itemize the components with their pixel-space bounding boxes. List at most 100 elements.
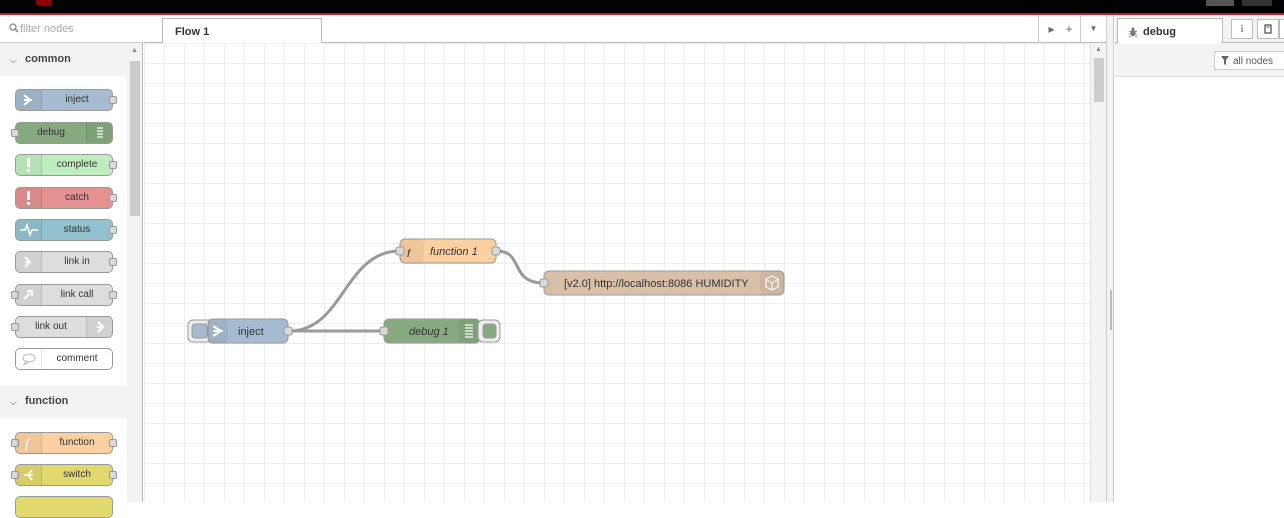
input-port[interactable] [539, 278, 549, 288]
tab-flow-1[interactable]: Flow 1 [162, 18, 322, 44]
category-body-function: f function switch [0, 418, 127, 518]
palette-node-label: inject [65, 94, 89, 105]
palette-filter [0, 15, 143, 43]
palette-node-complete[interactable]: complete [15, 154, 117, 176]
flow-node-inject[interactable]: inject [187, 318, 293, 344]
sidebar-splitter[interactable] [1106, 15, 1114, 502]
flow-node-debug-1[interactable]: debug 1 [379, 318, 501, 344]
chevron-down-icon: ⌵ [10, 397, 17, 407]
menu-button[interactable] [1242, 0, 1272, 6]
palette-node-link-out[interactable]: link out [11, 316, 113, 338]
palette-node-label: link call [60, 289, 94, 300]
node-palette: ⌵ common inject debug complete [0, 15, 143, 518]
palette-node-inject[interactable]: inject [15, 89, 117, 111]
input-port[interactable] [379, 326, 389, 336]
tab-debug[interactable]: debug [1117, 18, 1223, 44]
sidebar: debug i all nodes [1115, 15, 1284, 502]
category-header-common[interactable]: ⌵ common [0, 44, 127, 76]
output-port[interactable] [109, 96, 117, 104]
flow-node-influxdb-out[interactable]: [v2.0] http://localhost:8086 HUMIDITY [539, 270, 785, 296]
filter-funnel-icon [1221, 56, 1229, 65]
link-call-icon [16, 285, 42, 305]
help-tab-button[interactable] [1257, 19, 1279, 39]
tab-label: debug [1143, 26, 1176, 38]
comment-icon [16, 349, 42, 369]
logo-icon [36, 0, 52, 6]
workspace-tabs: Flow 1 ▸ + ▼ [144, 15, 1106, 44]
palette-node-label: function [59, 437, 95, 448]
flow-node-label: inject [238, 326, 264, 338]
flow-node-function-1[interactable]: f function 1 [395, 238, 501, 264]
chevron-down-icon: ⌵ [10, 55, 17, 65]
flow-node-label: function 1 [430, 246, 478, 258]
app-header [0, 0, 1284, 15]
inject-arrow-icon [16, 90, 42, 110]
splitter-grip[interactable] [1110, 290, 1112, 330]
canvas-vertical-scrollbar[interactable]: ▲ [1090, 43, 1106, 502]
palette-node-status[interactable]: status [15, 219, 117, 241]
debug-messages-area [1115, 78, 1284, 502]
flow-canvas[interactable]: inject f function 1 [v2.0] http://localh… [144, 43, 1090, 502]
palette-node-link-in[interactable]: link in [15, 251, 117, 273]
link-in-icon [16, 252, 42, 272]
palette-node-debug[interactable]: debug [11, 122, 113, 144]
add-flow-icon[interactable]: + [1056, 15, 1082, 43]
palette-node-link-call[interactable]: link call [11, 284, 117, 306]
flow-diagram: inject f function 1 [v2.0] http://localh… [187, 238, 785, 344]
output-port[interactable] [109, 471, 117, 479]
info-icon: i [1240, 23, 1244, 35]
output-port[interactable] [109, 161, 117, 169]
palette-node-label: comment [56, 353, 98, 364]
palette-node-partial[interactable] [15, 496, 113, 518]
debug-toolbar: all nodes [1115, 44, 1284, 77]
deploy-button[interactable] [1206, 0, 1234, 6]
sidebar-menu-button[interactable] [1279, 19, 1284, 39]
debug-toggle-button[interactable] [482, 323, 497, 339]
palette-node-label: link out [35, 321, 67, 332]
inject-trigger-button[interactable] [191, 323, 208, 339]
wire-inject-to-function[interactable] [288, 249, 401, 333]
scroll-up-arrow-icon[interactable]: ▲ [131, 47, 138, 54]
output-port[interactable] [109, 258, 117, 266]
debug-filter-dropdown[interactable]: all nodes [1214, 51, 1284, 70]
list-flows-chevron-down-icon[interactable]: ▼ [1080, 15, 1106, 43]
switch-icon [16, 465, 42, 485]
category-header-function[interactable]: ⌵ function [0, 386, 127, 418]
palette-node-label: switch [63, 469, 91, 480]
status-pulse-icon [16, 220, 42, 240]
search-icon [9, 23, 19, 33]
output-port[interactable] [109, 194, 117, 202]
filter-nodes-input[interactable] [20, 19, 138, 39]
flow-node-label: [v2.0] http://localhost:8086 HUMIDITY [564, 278, 749, 290]
wire-function-to-influx[interactable] [496, 249, 545, 285]
category-body-common: inject debug complete catch status link … [0, 76, 127, 386]
scrollbar-thumb[interactable] [130, 61, 140, 216]
tab-label: Flow 1 [175, 26, 210, 38]
exclamation-icon [16, 188, 42, 208]
book-icon [1264, 24, 1272, 34]
palette-node-switch[interactable]: switch [11, 464, 117, 486]
scrollbar-thumb[interactable] [1094, 58, 1104, 102]
sidebar-tabs: debug i [1115, 15, 1284, 44]
palette-node-label: catch [65, 192, 89, 203]
scroll-up-arrow-icon[interactable]: ▲ [1095, 46, 1102, 53]
filter-label: all nodes [1233, 56, 1274, 67]
output-port[interactable] [109, 226, 117, 234]
bug-icon [1128, 27, 1138, 37]
info-tab-button[interactable]: i [1231, 19, 1253, 39]
svg-text:f: f [25, 437, 31, 452]
palette-node-label: complete [56, 159, 98, 170]
palette-node-label: status [63, 224, 91, 235]
output-port[interactable] [491, 246, 501, 256]
debug-list-icon [86, 123, 112, 143]
palette-scrollbar[interactable]: ▲ [128, 45, 142, 502]
workspace: Flow 1 ▸ + ▼ inject f function 1 [v2.0] … [144, 15, 1106, 502]
palette-node-catch[interactable]: catch [15, 187, 117, 209]
link-out-icon [86, 317, 112, 337]
palette-node-function[interactable]: f function [11, 432, 117, 454]
output-port[interactable] [109, 291, 117, 299]
output-port[interactable] [283, 326, 293, 336]
output-port[interactable] [109, 439, 117, 447]
input-port[interactable] [395, 246, 405, 256]
palette-node-comment[interactable]: comment [15, 348, 113, 370]
